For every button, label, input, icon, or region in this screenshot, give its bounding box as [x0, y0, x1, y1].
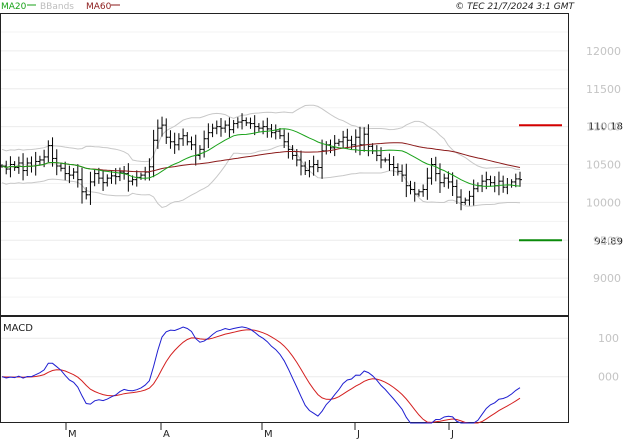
time-axis-label: M — [264, 429, 273, 440]
price-tick-label: 10500 — [586, 159, 621, 172]
time-axis-label: J — [450, 429, 454, 440]
price-axis-ticks: 12000 11500 11000 10500 10000 9500 9000 — [586, 45, 621, 285]
source-timestamp: © TEC 21/7/2024 3:1 GMT — [455, 2, 575, 12]
legend-ma20: MA20 — [1, 2, 27, 12]
price-tick-label: 9500 — [593, 234, 621, 247]
legend-bbands: BBands — [40, 2, 74, 12]
price-tick-label: 9000 — [593, 272, 621, 285]
macd-tick-label: 100 — [598, 332, 619, 345]
legend-ma60: MA60 — [86, 2, 112, 12]
price-tick-label: 12000 — [586, 45, 621, 58]
macd-axis-ticks: 100 000 — [598, 332, 619, 384]
price-tick-label: 10000 — [586, 196, 621, 209]
macd-tick-label: 000 — [598, 371, 619, 384]
time-axis-label: J — [356, 429, 360, 440]
time-axis-label: A — [163, 429, 170, 440]
macd-panel-frame — [0, 316, 569, 423]
price-tick-label: 11500 — [586, 83, 621, 96]
time-axis-label: M — [68, 429, 77, 440]
macd-title: MACD — [3, 323, 33, 334]
legend: MA20 BBands MA60 — [1, 2, 120, 12]
price-tick-label: 11000 — [586, 121, 621, 134]
time-axis: MAMJJ — [65, 423, 454, 440]
chart-canvas: 110.1894.89 1200011500110001050010000950… — [0, 2, 623, 440]
